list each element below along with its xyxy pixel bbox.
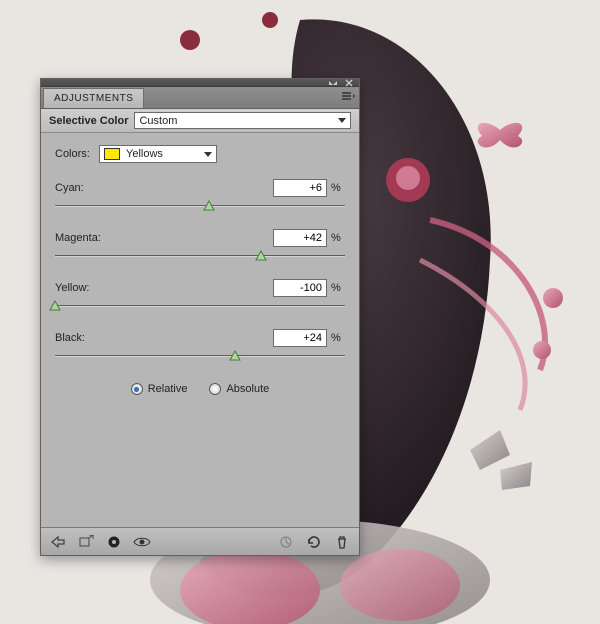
expand-view-icon[interactable] — [75, 532, 97, 552]
chevron-down-icon — [204, 152, 212, 157]
colors-select[interactable]: Yellows — [99, 145, 217, 163]
preset-value: Custom — [139, 115, 177, 127]
track-magenta[interactable] — [55, 249, 345, 263]
value-black[interactable] — [273, 329, 327, 347]
panel-menu-icon[interactable] — [341, 91, 355, 103]
radio-relative[interactable]: Relative — [131, 383, 188, 395]
panel-titlebar[interactable] — [41, 79, 359, 87]
track-yellow[interactable] — [55, 299, 345, 313]
back-icon[interactable] — [47, 532, 69, 552]
panel-body: Colors: Yellows Cyan: % — [41, 133, 359, 527]
thumb-magenta[interactable] — [255, 250, 267, 265]
color-swatch-icon — [104, 148, 120, 160]
collapse-icon[interactable] — [326, 80, 340, 86]
percent-symbol: % — [331, 332, 345, 344]
visibility-icon[interactable] — [131, 532, 153, 552]
panel-header: Selective Color Custom — [41, 109, 359, 133]
percent-symbol: % — [331, 282, 345, 294]
slider-yellow: Yellow: % — [55, 279, 345, 313]
reset-icon[interactable] — [303, 532, 325, 552]
label-black: Black: — [55, 332, 273, 344]
label-cyan: Cyan: — [55, 182, 273, 194]
radio-dot-icon — [209, 383, 221, 395]
percent-symbol: % — [331, 232, 345, 244]
radio-dot-icon — [131, 383, 143, 395]
chevron-down-icon — [338, 118, 346, 123]
adjustments-panel: ADJUSTMENTS Selective Color Custom Color… — [40, 78, 360, 556]
radio-absolute[interactable]: Absolute — [209, 383, 269, 395]
trash-icon[interactable] — [331, 532, 353, 552]
close-icon[interactable] — [342, 80, 356, 86]
value-yellow[interactable] — [273, 279, 327, 297]
track-cyan[interactable] — [55, 199, 345, 213]
adjustment-title: Selective Color — [49, 115, 128, 127]
track-black[interactable] — [55, 349, 345, 363]
value-magenta[interactable] — [273, 229, 327, 247]
thumb-yellow[interactable] — [49, 300, 61, 315]
radio-relative-label: Relative — [148, 383, 188, 395]
colors-label: Colors: — [55, 148, 95, 160]
value-cyan[interactable] — [273, 179, 327, 197]
slider-magenta: Magenta: % — [55, 229, 345, 263]
previous-state-icon[interactable] — [275, 532, 297, 552]
slider-black: Black: % — [55, 329, 345, 363]
thumb-black[interactable] — [229, 350, 241, 365]
label-magenta: Magenta: — [55, 232, 273, 244]
thumb-cyan[interactable] — [203, 200, 215, 215]
percent-symbol: % — [331, 182, 345, 194]
tab-row: ADJUSTMENTS — [41, 87, 359, 109]
colors-row: Colors: Yellows — [55, 145, 345, 163]
slider-cyan: Cyan: % — [55, 179, 345, 213]
colors-value: Yellows — [126, 148, 163, 160]
radio-absolute-label: Absolute — [226, 383, 269, 395]
panel-footer — [41, 527, 359, 555]
label-yellow: Yellow: — [55, 282, 273, 294]
clip-to-layer-icon[interactable] — [103, 532, 125, 552]
preset-select[interactable]: Custom — [134, 112, 351, 129]
tab-adjustments[interactable]: ADJUSTMENTS — [43, 88, 144, 108]
method-row: Relative Absolute — [55, 383, 345, 395]
